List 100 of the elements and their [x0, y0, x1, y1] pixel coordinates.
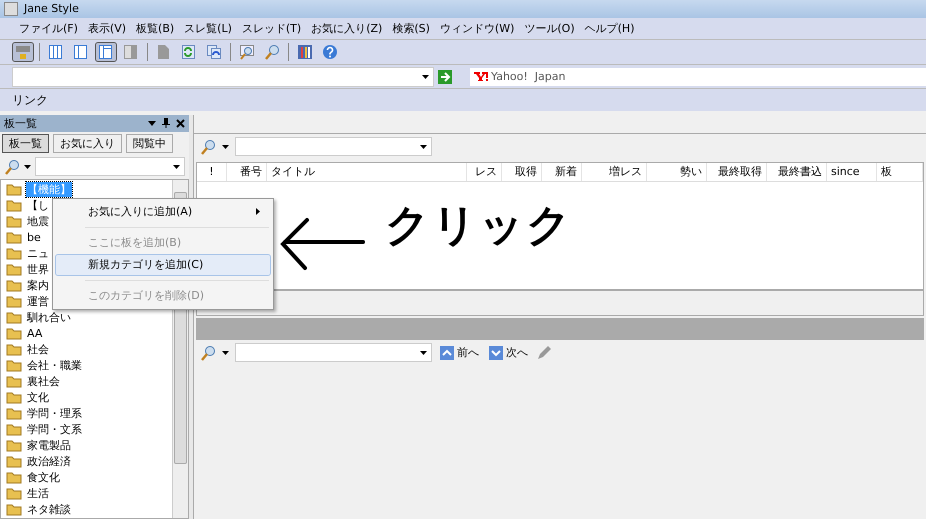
- search-icon[interactable]: [200, 138, 216, 155]
- folder-icon: [6, 343, 22, 356]
- folder-icon: [6, 199, 22, 212]
- menu-item[interactable]: スレッド(T): [236, 20, 306, 36]
- column-header[interactable]: タイトル: [267, 162, 467, 181]
- menu-item[interactable]: 表示(V): [82, 20, 132, 36]
- column-header[interactable]: 増レス: [582, 162, 647, 181]
- close-icon[interactable]: [176, 118, 185, 128]
- toolbar-button[interactable]: [12, 42, 34, 62]
- folder-icon: [6, 263, 22, 276]
- tree-item[interactable]: 裏社会: [26, 374, 61, 390]
- tree-item[interactable]: 【し: [26, 198, 50, 214]
- search-icon[interactable]: [200, 344, 216, 361]
- toolbar-button[interactable]: [95, 42, 117, 62]
- search-icon[interactable]: [4, 158, 20, 175]
- search-window-icon: [239, 44, 255, 60]
- tree-item[interactable]: 文化: [26, 390, 50, 406]
- help-icon: [322, 44, 338, 60]
- folder-icon: [6, 439, 22, 452]
- caret-icon[interactable]: [24, 164, 31, 169]
- tree-item[interactable]: ニュ: [26, 246, 50, 262]
- dropdown-arrow-icon[interactable]: [422, 74, 429, 79]
- menu-item[interactable]: お気に入り(Z): [306, 20, 388, 36]
- menu-item[interactable]: ウィンドウ(W): [434, 20, 520, 36]
- dropdown-arrow-icon[interactable]: [420, 351, 427, 356]
- tree-item[interactable]: 学問・理系: [26, 406, 83, 422]
- folder-icon: [6, 407, 22, 420]
- folder-icon: [6, 231, 22, 244]
- menu-item[interactable]: 新規カテゴリを追加(C): [55, 254, 271, 276]
- pen-icon[interactable]: [536, 344, 552, 361]
- previous-button[interactable]: 前へ: [438, 345, 481, 360]
- folder-icon: [6, 471, 22, 484]
- column-header[interactable]: 板: [877, 162, 923, 181]
- column-header[interactable]: 番号: [227, 162, 267, 181]
- folder-icon: [6, 279, 22, 292]
- panel-tab[interactable]: 閲覧中: [126, 134, 173, 153]
- pane-layout-icon: [123, 44, 139, 60]
- address-field[interactable]: [12, 66, 434, 87]
- folder-icon: [6, 391, 22, 404]
- column-header[interactable]: レス: [467, 162, 502, 181]
- menu-item[interactable]: スレ覧(L): [179, 20, 237, 36]
- bookmark-link[interactable]: Yahoo! Japan: [491, 70, 566, 84]
- menu-item[interactable]: 検索(S): [387, 20, 435, 36]
- tree-item[interactable]: 案内: [26, 278, 50, 294]
- panel-title: 板一覧: [4, 116, 37, 131]
- two-pane-icon: [73, 44, 89, 60]
- panel-tab[interactable]: 板一覧: [2, 134, 49, 153]
- menu-item[interactable]: 板覧(B): [131, 20, 180, 36]
- tree-item[interactable]: 世界: [26, 262, 50, 278]
- tree-item[interactable]: 馴れ合い: [26, 310, 72, 326]
- folder-icon: [6, 247, 22, 260]
- menu-item[interactable]: ヘルプ(H): [580, 20, 640, 36]
- dropdown-arrow-icon[interactable]: [173, 165, 180, 170]
- tree-item[interactable]: 運営: [26, 294, 50, 310]
- menu-item[interactable]: ファイル(F): [14, 20, 83, 36]
- handwritten-text: クリック: [385, 198, 573, 253]
- column-header[interactable]: !: [197, 162, 227, 181]
- column-header[interactable]: 最終書込: [767, 162, 827, 181]
- down-chevron-icon: [489, 346, 503, 360]
- folder-icon: [6, 295, 22, 308]
- folder-icon: [6, 359, 22, 372]
- tree-item[interactable]: 食文化: [26, 470, 61, 486]
- column-header[interactable]: 新着: [542, 162, 582, 181]
- menu-item[interactable]: お気に入りに追加(A): [55, 200, 271, 223]
- tree-item[interactable]: 地震: [26, 214, 50, 230]
- folder-icon: [6, 327, 22, 340]
- tree-item[interactable]: 生活: [26, 486, 50, 502]
- column-header[interactable]: 勢い: [647, 162, 707, 181]
- tree-item[interactable]: 社会: [26, 342, 50, 358]
- search-field[interactable]: [35, 157, 185, 176]
- app-icon: [4, 2, 18, 16]
- dropdown-arrow-icon[interactable]: [148, 118, 156, 128]
- tree-item[interactable]: 家電製品: [26, 438, 72, 454]
- tree-item[interactable]: 学問・文系: [26, 422, 83, 438]
- panel-tab[interactable]: お気に入り: [53, 134, 122, 153]
- search-field[interactable]: [235, 137, 432, 156]
- column-header[interactable]: 取得: [502, 162, 542, 181]
- go-arrow-icon[interactable]: [438, 70, 452, 84]
- pane-layout-icon: [98, 44, 114, 60]
- next-button[interactable]: 次へ: [487, 345, 530, 360]
- column-header[interactable]: 最終取得: [707, 162, 767, 181]
- refresh-icon: [181, 44, 197, 60]
- column-header[interactable]: since: [827, 162, 877, 181]
- tree-item[interactable]: 政治経済: [26, 454, 72, 470]
- menu-item[interactable]: ツール(O): [519, 20, 580, 36]
- window-title: Jane Style: [24, 2, 79, 16]
- caret-icon[interactable]: [222, 144, 229, 149]
- search-field[interactable]: [235, 343, 432, 362]
- folder-icon: [6, 311, 22, 324]
- tree-item[interactable]: ネタ雑談: [26, 502, 72, 518]
- folder-icon: [6, 375, 22, 388]
- dropdown-arrow-icon[interactable]: [420, 145, 427, 150]
- pin-icon[interactable]: [162, 118, 170, 128]
- tree-item[interactable]: be: [26, 231, 42, 244]
- tree-item[interactable]: AA: [26, 327, 44, 340]
- tree-item[interactable]: 会社・職業: [26, 358, 83, 374]
- search-icon: [264, 44, 280, 60]
- folder-icon: [6, 455, 22, 468]
- page-icon: [156, 44, 172, 60]
- caret-icon[interactable]: [222, 350, 229, 355]
